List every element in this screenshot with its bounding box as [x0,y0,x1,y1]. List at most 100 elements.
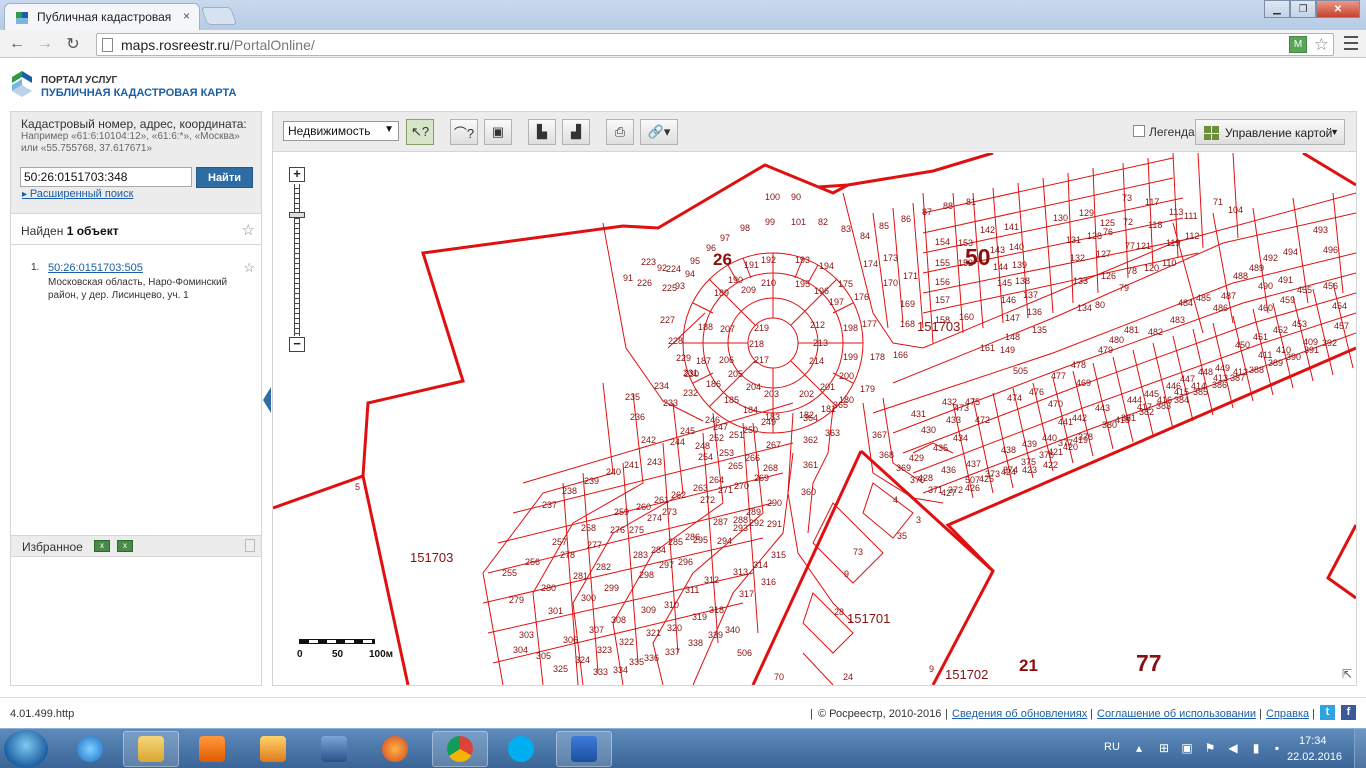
help-link[interactable]: Справка [1266,708,1309,720]
zoom-slider[interactable] [294,184,300,336]
parcel-number-label: 9 [844,569,849,579]
measure-distance-button[interactable]: ▙ [528,119,556,145]
search-input[interactable]: 50:26:0151703:348 [20,167,192,187]
layer-select[interactable]: Недвижимость ▼ [283,121,399,141]
parcel-number-label: 293 [733,523,748,533]
parcel-number-label: 448 [1198,367,1213,377]
export-excel-icon[interactable]: x [94,540,110,552]
trash-icon[interactable] [245,539,255,552]
collapse-panel-icon[interactable] [263,387,271,413]
parcel-number-label: 133 [1073,276,1088,286]
print-button[interactable]: ⎙ [606,119,634,145]
extension-icon[interactable]: M [1289,36,1307,53]
taskbar-word[interactable] [556,731,612,767]
parcel-number-label: 202 [799,389,814,399]
parcel-number-label: 192 [761,255,776,265]
updates-link[interactable]: Сведения об обновлениях [952,708,1087,720]
results-count: Найден 1 объект [21,224,119,238]
page-title[interactable]: ПУБЛИЧНАЯ КАДАСТРОВАЯ КАРТА [41,87,236,99]
new-tab-button[interactable] [200,7,238,25]
taskbar-media[interactable] [184,731,240,767]
measure-area-button[interactable]: ▟ [562,119,590,145]
taskbar-paint[interactable] [245,731,301,767]
find-button[interactable]: Найти [196,167,253,188]
twitter-icon[interactable]: t [1320,705,1335,720]
address-bar[interactable]: maps.rosreestr.ru/PortalOnline/ M ☆ [96,33,1334,56]
legend-checkbox[interactable] [1133,125,1145,137]
map-control-button[interactable]: Управление картой ▼ [1195,119,1345,145]
windows-flag-icon[interactable]: ⊞ [1157,741,1171,755]
parcel-number-label: 218 [749,339,764,349]
zoom-out-button[interactable]: − [289,337,305,352]
add-all-favorites-star-icon[interactable]: ☆ [242,221,255,239]
parcel-number-label: 490 [1258,281,1273,291]
cadastral-map[interactable]: 100 9099 101 829897969594939291838485868788… [273,151,1356,685]
clock-time[interactable]: 17:34 [1299,735,1327,747]
bookmark-star-icon[interactable]: ☆ [1314,35,1329,55]
parcel-number-label: 438 [1001,445,1016,455]
minimize-button[interactable]: ▁ [1264,0,1290,18]
resize-corner-icon[interactable]: ⇱ [1342,667,1352,681]
parcel-number-label: 269 [754,473,769,483]
map-container: Недвижимость ▼ ↖? ⌒? ▣ ▙ ▟ ⎙ 🔗▾ Легенда У… [272,111,1357,686]
taskbar-virtualbox[interactable] [306,731,362,767]
parcel-number-label: 454 [1332,301,1347,311]
parcel-number-label: 24 [843,672,853,682]
zoom-slider-handle[interactable] [289,212,305,218]
measure-area-tool-button[interactable]: ⌒? [450,119,478,145]
show-desktop-button[interactable] [1354,729,1366,768]
parcel-number-label: 210 [761,278,776,288]
reload-icon[interactable]: ↻ [62,34,84,54]
forward-arrow-icon[interactable]: → [34,34,56,54]
parcel-number-label: 204 [746,382,761,392]
restore-button[interactable]: ❐ [1290,0,1316,18]
tab-close-icon[interactable]: × [183,9,190,23]
result-favorite-star-icon[interactable]: ☆ [243,260,255,276]
network-icon[interactable]: ▮ [1249,741,1263,755]
map-canvas[interactable]: 100 90 99 101 82 98 97 96 95 94 93 92 91 83 84 85 86 87 88… [273,151,1356,685]
select-area-tool-button[interactable]: ▣ [484,119,512,145]
facebook-icon[interactable]: f [1341,705,1356,720]
parcel-number-label: 479 [1098,345,1113,355]
browser-tab[interactable]: Публичная кадастровая к × [4,3,200,30]
taskbar-skype[interactable] [493,731,549,767]
parcel-number-label: 112 [1185,231,1199,241]
start-button[interactable] [4,730,48,768]
advanced-search-link[interactable]: Расширенный поиск [22,188,134,200]
import-excel-icon[interactable]: x [117,540,133,552]
parcel-number-label: 135 [1032,325,1047,335]
browser-menu-icon[interactable] [1344,36,1358,50]
parcel-number-label: 250 [743,425,758,435]
terms-link[interactable]: Соглашение об использовании [1097,708,1256,720]
parcel-number-label: 263 [693,483,708,493]
clock-date[interactable]: 22.02.2016 [1287,751,1342,763]
taskbar-ie[interactable] [62,731,118,767]
parcel-number-label: 198 [843,323,858,333]
parcel-number-label: 372 [948,485,963,495]
parcel-number-label: 338 [688,638,703,648]
link-button[interactable]: 🔗▾ [640,119,678,145]
parcel-number-label: 457 [1334,321,1349,331]
parcel-number-label: 191 [744,260,759,270]
result-cadastral-link[interactable]: 50:26:0151703:505 [48,262,143,274]
parcel-number-label: 166 [893,350,908,360]
keyboard-language[interactable]: RU [1104,741,1120,753]
taskbar-firefox[interactable] [367,731,423,767]
close-window-button[interactable]: ✕ [1316,0,1360,18]
parcel-number-label: 375 [1021,457,1036,467]
power-icon[interactable]: ▪ [1270,741,1284,755]
identify-tool-button[interactable]: ↖? [406,119,434,145]
zoom-in-button[interactable]: + [289,167,305,182]
parcel-number-label: 380 [1102,420,1117,430]
parcel-number-label: 321 [646,628,661,638]
volume-icon[interactable]: ◀ [1226,741,1240,755]
parcel-number-label: 113 [1169,207,1183,217]
usb-icon[interactable]: ▣ [1180,741,1194,755]
tray-expand-icon[interactable]: ▴ [1132,741,1146,755]
taskbar-chrome[interactable] [432,731,488,767]
chevron-down-icon: ▼ [1330,127,1339,137]
parcel-number-label: 98 [740,223,750,233]
back-arrow-icon[interactable]: ← [6,34,28,54]
action-center-icon[interactable]: ⚑ [1203,741,1217,755]
taskbar-explorer[interactable] [123,731,179,767]
